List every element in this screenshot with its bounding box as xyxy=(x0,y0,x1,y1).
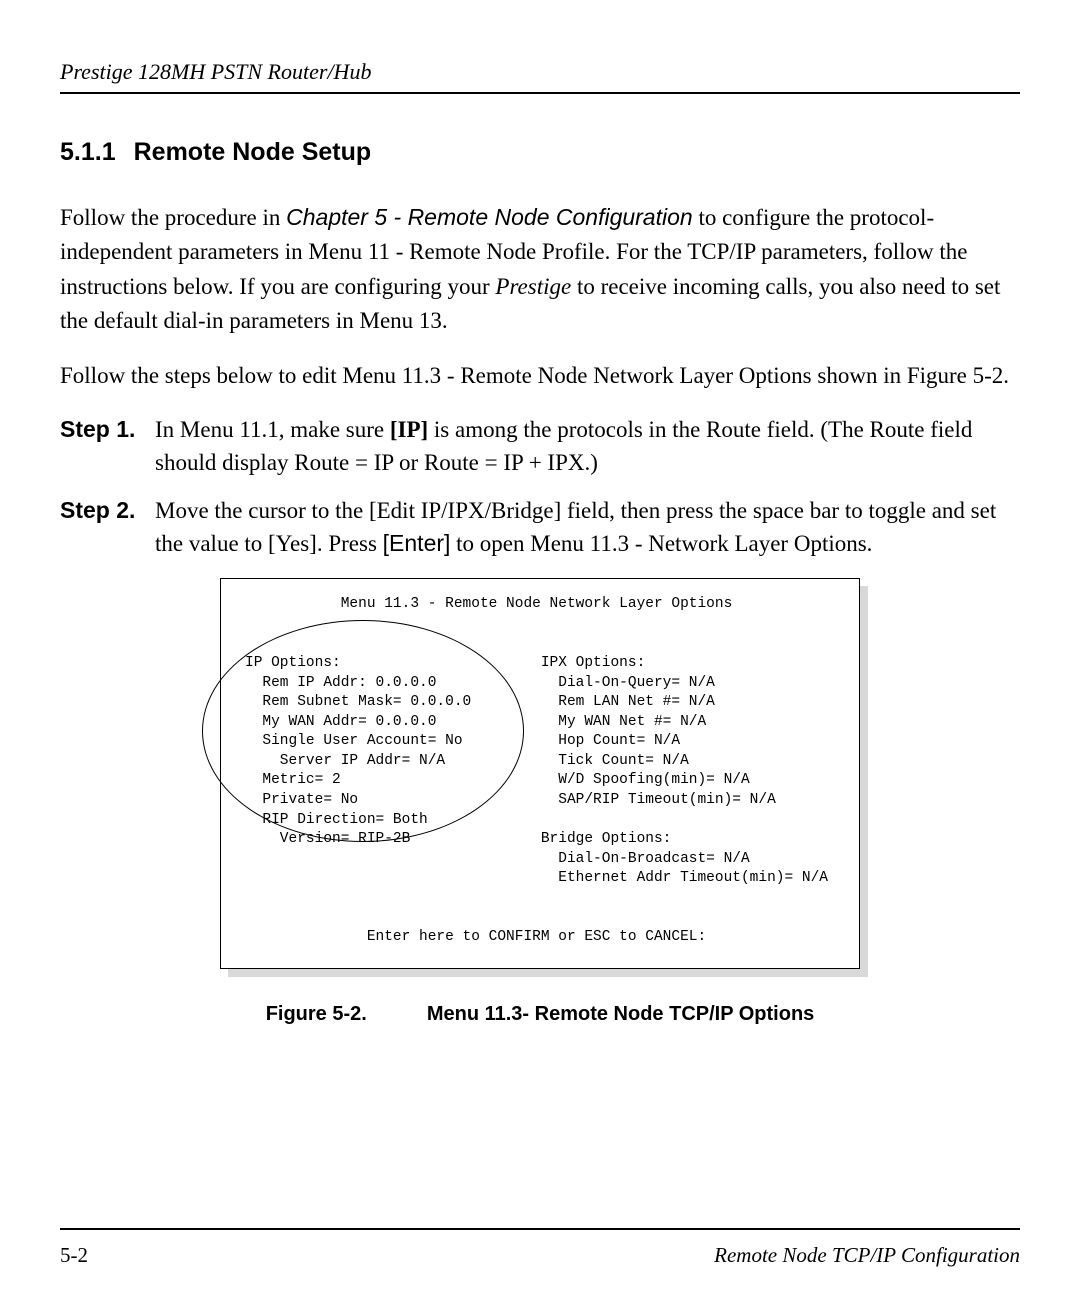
figure-title: Menu 11.3- Remote Node TCP/IP Options xyxy=(427,1003,814,1025)
step2-key: [Enter] xyxy=(383,530,451,556)
page: Prestige 128MH PSTN Router/Hub 5.1.1 Remo… xyxy=(0,0,1080,1311)
footer-page-number: 5-2 xyxy=(60,1240,88,1272)
footer-row: 5-2 Remote Node TCP/IP Configuration xyxy=(60,1240,1020,1272)
figure-label: Figure 5-2. xyxy=(266,1003,367,1025)
figure: Menu 11.3 - Remote Node Network Layer Op… xyxy=(60,578,1020,1028)
section-heading: 5.1.1 Remote Node Setup xyxy=(60,134,1020,172)
section-title: Remote Node Setup xyxy=(134,138,372,166)
footer-rule xyxy=(60,1228,1020,1230)
step1-pre: In Menu 11.1, make sure xyxy=(155,417,390,442)
steps-list: Step 1. In Menu 11.1, make sure [IP] is … xyxy=(60,413,1020,560)
paragraph-2: Follow the steps below to edit Menu 11.3… xyxy=(60,359,1020,394)
footer-chapter-title: Remote Node TCP/IP Configuration xyxy=(714,1240,1020,1272)
terminal-content: Menu 11.3 - Remote Node Network Layer Op… xyxy=(245,595,835,947)
step-item: Step 1. In Menu 11.1, make sure [IP] is … xyxy=(60,413,1020,480)
step-body: Move the cursor to the [Edit IP/IPX/Brid… xyxy=(155,494,1020,561)
p1-product-name: Prestige xyxy=(495,274,571,299)
figure-caption: Figure 5-2. Menu 11.3- Remote Node TCP/IP… xyxy=(60,999,1020,1029)
section-number: 5.1.1 xyxy=(60,138,116,166)
step-label: Step 1. xyxy=(60,413,155,480)
p1-part-a: Follow the procedure in xyxy=(60,205,286,230)
step-label: Step 2. xyxy=(60,494,155,561)
step1-bold: [IP] xyxy=(390,417,428,442)
step2-post: to open Menu 11.3 - Network Layer Option… xyxy=(450,531,872,556)
step-item: Step 2. Move the cursor to the [Edit IP/… xyxy=(60,494,1020,561)
p1-chapter-ref: Chapter 5 - Remote Node Configuration xyxy=(286,204,693,230)
running-header: Prestige 128MH PSTN Router/Hub xyxy=(60,55,1020,94)
page-footer: 5-2 Remote Node TCP/IP Configuration xyxy=(60,1228,1020,1272)
terminal-window: Menu 11.3 - Remote Node Network Layer Op… xyxy=(220,578,860,968)
terminal-box: Menu 11.3 - Remote Node Network Layer Op… xyxy=(220,578,860,968)
paragraph-1: Follow the procedure in Chapter 5 - Remo… xyxy=(60,200,1020,339)
step-body: In Menu 11.1, make sure [IP] is among th… xyxy=(155,413,1020,480)
